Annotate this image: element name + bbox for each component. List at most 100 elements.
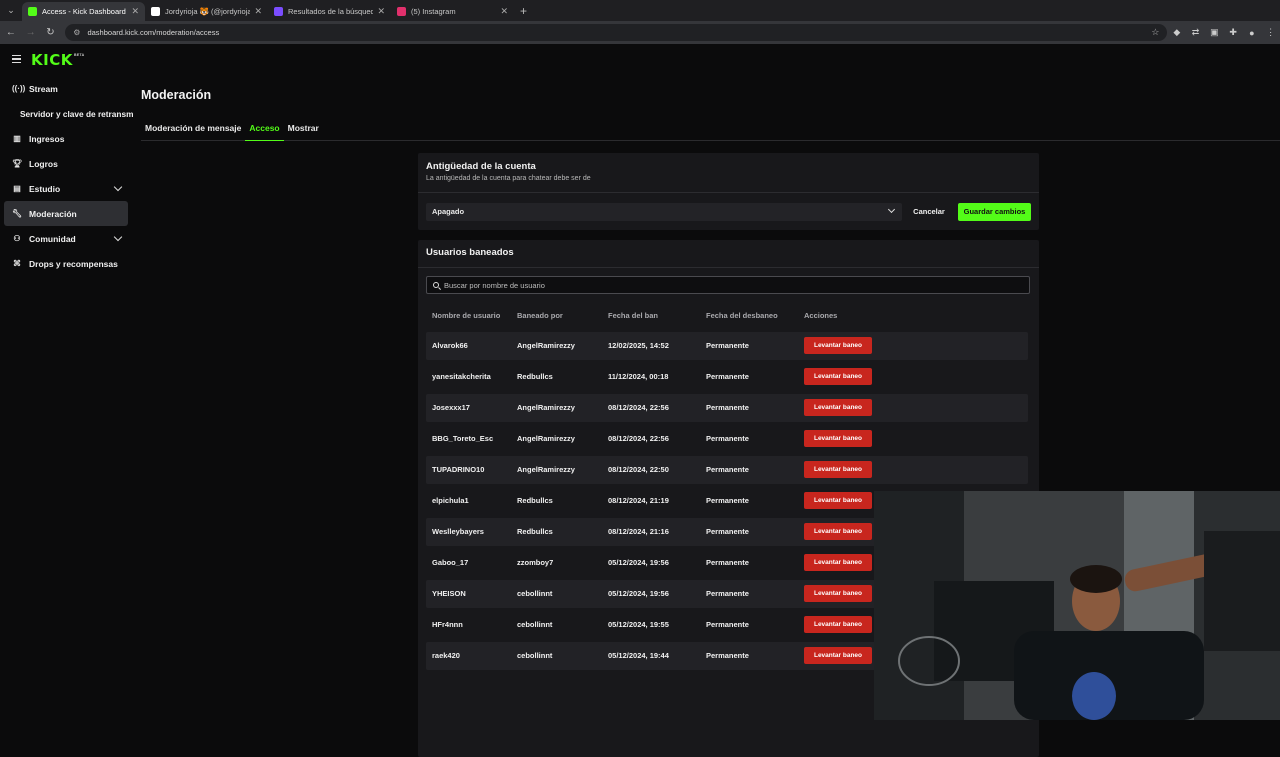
sidebar-item-drops[interactable]: ⌘ Drops y recompensas (0, 251, 135, 276)
username-cell: Josexxx17 (432, 403, 470, 412)
back-icon[interactable]: ← (2, 27, 20, 38)
chevron-down-icon[interactable] (113, 232, 123, 242)
browser-tab-strip: ⌄ Access - Kick Dashboard ✕ Jordyrioja 🐯… (0, 0, 1280, 21)
menu-icon[interactable] (12, 55, 21, 63)
column-header: Nombre de usuario (432, 311, 501, 320)
sidebar-item-ingresos[interactable]: ▥ Ingresos (0, 126, 135, 151)
chevron-down-icon[interactable] (113, 182, 123, 192)
unban-button[interactable]: Levantar baneo (804, 430, 872, 447)
screenshot-extension-icon[interactable]: ▣ (1205, 27, 1224, 38)
sidebar-item-logros[interactable]: 🏆︎ Logros (0, 151, 135, 176)
forward-icon[interactable]: → (22, 27, 40, 38)
ban-date-cell: 08/12/2024, 22:56 (608, 403, 669, 412)
banned-by-cell: AngelRamirezzy (517, 465, 575, 474)
reload-icon[interactable]: ↻ (42, 27, 60, 38)
browser-tab[interactable]: Jordyrioja 🐯 (@jordyrioja) | TikTok ✕ (145, 2, 268, 21)
table-row: yanesitakcherita Redbullcs 11/12/2024, 00:… (426, 363, 1028, 391)
search-field[interactable] (426, 276, 1030, 294)
kick-logo[interactable]: KICK (31, 51, 73, 69)
tab-moderacion-mensaje[interactable]: Moderación de mensaje (141, 120, 245, 141)
sidebar-item-stream[interactable]: ((·)) Stream (0, 76, 135, 101)
kick-dashboard: KICK BETA ((·)) Stream Servidor y clave … (0, 44, 1280, 757)
ban-date-cell: 05/12/2024, 19:55 (608, 620, 669, 629)
unban-date-cell: Permanente (706, 651, 749, 660)
account-age-subtitle: La antigüedad de la cuenta para chatear … (426, 175, 591, 182)
search-input[interactable] (444, 280, 1014, 290)
browser-tab[interactable]: Resultados de la búsqueda de ✕ (268, 2, 391, 21)
site-info-icon[interactable]: ⚙ (73, 28, 80, 37)
unban-button[interactable]: Levantar baneo (804, 368, 872, 385)
ban-date-cell: 12/02/2025, 14:52 (608, 341, 669, 350)
unban-button[interactable]: Levantar baneo (804, 585, 872, 602)
extension-icon[interactable]: ◆ (1167, 27, 1186, 38)
column-header: Baneado por (517, 311, 563, 320)
tab-acceso[interactable]: Acceso (245, 120, 284, 141)
close-icon[interactable]: ✕ (500, 6, 508, 17)
card-header: Usuarios baneados (418, 240, 1039, 268)
close-icon[interactable]: ✕ (254, 6, 262, 17)
bookmark-star-icon[interactable]: ☆ (1151, 27, 1159, 38)
sidebar-item-label: Comunidad (29, 233, 76, 244)
kick-favicon-icon (28, 7, 37, 16)
wallet-icon: ▥ (13, 134, 21, 143)
username-cell: raek420 (432, 651, 460, 660)
unban-button[interactable]: Levantar baneo (804, 523, 872, 540)
browser-tab[interactable]: Access - Kick Dashboard ✕ (22, 2, 145, 21)
moderation-tabs: Moderación de mensaje Acceso Mostrar (141, 120, 1280, 141)
sidebar-item-label: Moderación (29, 208, 77, 219)
unban-button[interactable]: Levantar baneo (804, 616, 872, 633)
browser-tab[interactable]: (5) Instagram ✕ (391, 2, 514, 21)
unban-date-cell: Permanente (706, 620, 749, 629)
username-cell: Gaboo_17 (432, 558, 469, 567)
unban-date-cell: Permanente (706, 465, 749, 474)
ban-date-cell: 08/12/2024, 21:16 (608, 527, 669, 536)
sidebar-item-label: Ingresos (29, 133, 65, 144)
close-icon[interactable]: ✕ (131, 6, 139, 17)
sidebar: ((·)) Stream Servidor y clave de retrans… (0, 76, 135, 276)
unban-button[interactable]: Levantar baneo (804, 554, 872, 571)
unban-button[interactable]: Levantar baneo (804, 461, 872, 478)
account-age-card: Antigüedad de la cuenta La antigüedad de… (418, 153, 1039, 230)
unban-date-cell: Permanente (706, 527, 749, 536)
save-button[interactable]: Guardar cambios (958, 203, 1031, 221)
sidebar-item-server-key[interactable]: Servidor y clave de retransmisión (0, 101, 135, 126)
account-age-title: Antigüedad de la cuenta (426, 161, 536, 172)
cancel-button[interactable]: Cancelar (911, 203, 947, 221)
unban-button[interactable]: Levantar baneo (804, 492, 872, 509)
account-age-select[interactable]: Apagado (426, 203, 902, 221)
banned-by-cell: Redbullcs (517, 496, 553, 505)
sidebar-item-label: Drops y recompensas (29, 258, 118, 269)
unban-button[interactable]: Levantar baneo (804, 337, 872, 354)
sidebar-item-estudio[interactable]: ▤ Estudio (0, 176, 135, 201)
browser-menu-icon[interactable]: ⋮ (1261, 27, 1280, 38)
unban-button[interactable]: Levantar baneo (804, 399, 872, 416)
translate-extension-icon[interactable]: ⇄ (1186, 27, 1205, 38)
sidebar-item-moderacion[interactable]: 🔧︎ Moderación (4, 201, 128, 226)
table-row: Alvarok66 AngelRamirezzy 12/02/2025, 14:52… (426, 332, 1028, 360)
banned-by-cell: AngelRamirezzy (517, 403, 575, 412)
unban-date-cell: Permanente (706, 434, 749, 443)
sidebar-item-label: Stream (29, 83, 58, 94)
username-cell: yanesitakcherita (432, 372, 491, 381)
username-cell: Alvarok66 (432, 341, 468, 350)
address-bar[interactable]: ⚙ dashboard.kick.com/moderation/access ☆ (65, 24, 1168, 41)
profile-icon[interactable]: ● (1242, 28, 1261, 38)
extensions-puzzle-icon[interactable]: ✚ (1224, 27, 1243, 38)
page-title: Moderación (141, 88, 212, 102)
trophy-icon: 🏆︎ (12, 159, 23, 168)
webcam-image (874, 491, 1280, 720)
tab-mostrar[interactable]: Mostrar (284, 120, 323, 141)
tab-search-icon[interactable]: ⌄ (0, 0, 22, 21)
unban-button[interactable]: Levantar baneo (804, 647, 872, 664)
new-tab-icon[interactable]: + (520, 4, 527, 18)
close-icon[interactable]: ✕ (377, 6, 385, 17)
banned-by-cell: AngelRamirezzy (517, 341, 575, 350)
table-row: TUPADRINO10 AngelRamirezzy 08/12/2024, 22:… (426, 456, 1028, 484)
sidebar-item-label: Servidor y clave de retransmisión (20, 108, 133, 119)
sidebar-item-label: Logros (29, 158, 58, 169)
sidebar-item-comunidad[interactable]: ⚇ Comunidad (0, 226, 135, 251)
url-text: dashboard.kick.com/moderation/access (87, 28, 220, 37)
username-cell: TUPADRINO10 (432, 465, 485, 474)
ban-date-cell: 08/12/2024, 22:50 (608, 465, 669, 474)
gift-icon: ⌘ (13, 259, 21, 268)
